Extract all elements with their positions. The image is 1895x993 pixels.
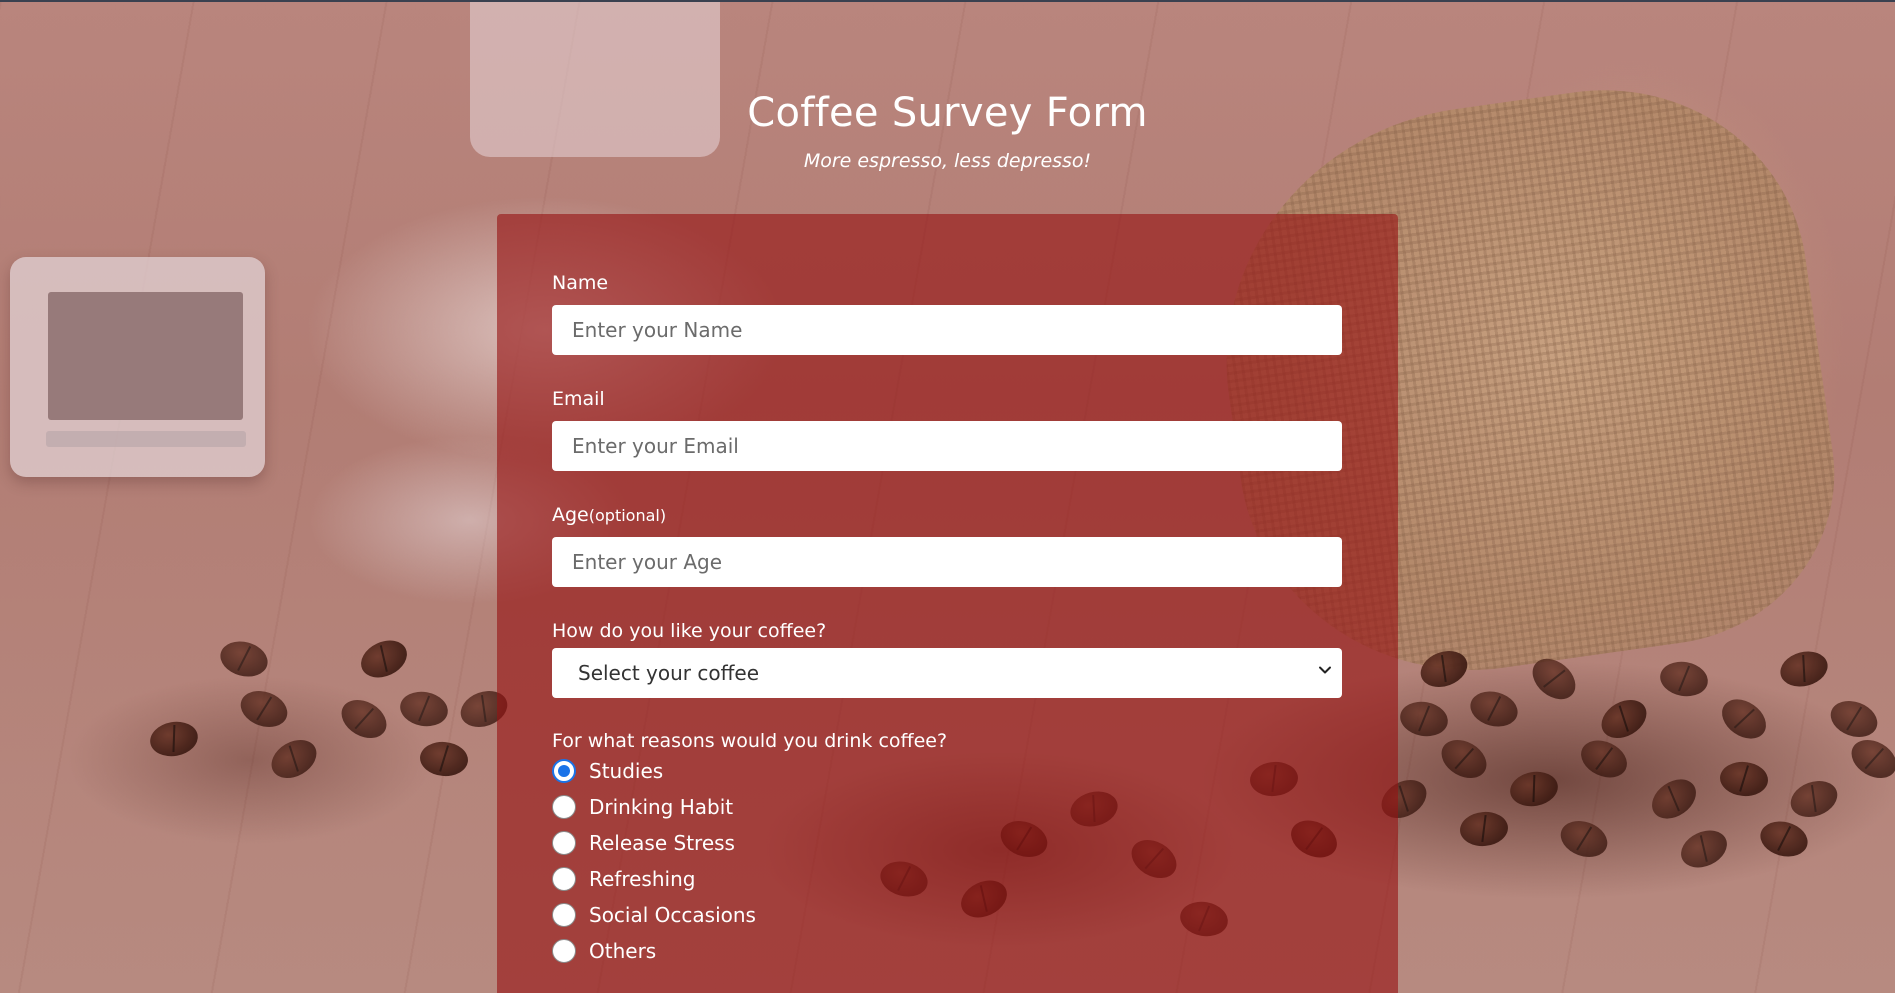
- reason-option-refreshing[interactable]: Refreshing: [552, 865, 695, 893]
- radio-social-occasions[interactable]: [552, 903, 576, 927]
- reason-label: Others: [589, 939, 657, 963]
- reason-label: Studies: [589, 759, 664, 783]
- coffee-select[interactable]: Select your coffee: [552, 648, 1342, 698]
- phone-screen: [48, 292, 243, 420]
- reason-option-social-occasions[interactable]: Social Occasions: [552, 901, 756, 929]
- age-label-text: Age: [552, 504, 589, 526]
- email-input[interactable]: [552, 421, 1342, 471]
- coffee-bean: [1644, 771, 1704, 827]
- reasons-label: For what reasons would you drink coffee?: [552, 730, 948, 752]
- chevron-down-icon: [1319, 666, 1331, 674]
- reason-label: Refreshing: [589, 867, 696, 891]
- coffee-bean: [1397, 698, 1451, 740]
- name-input[interactable]: [552, 305, 1342, 355]
- radio-others[interactable]: [552, 939, 576, 963]
- reason-label: Drinking Habit: [589, 795, 734, 819]
- reason-label: Release Stress: [589, 831, 735, 855]
- coffee-bean: [418, 739, 470, 779]
- coffee-bean: [1714, 691, 1774, 747]
- coffee-bean: [147, 718, 201, 760]
- coffee-bean: [1675, 823, 1733, 875]
- reason-option-studies[interactable]: Studies: [552, 757, 663, 785]
- survey-form: Name Email Age(optional) How do you like…: [497, 214, 1398, 993]
- name-label: Name: [552, 272, 609, 294]
- coffee-bean: [1434, 732, 1494, 786]
- coffee-bean: [1657, 658, 1711, 700]
- coffee-bean: [1844, 732, 1895, 786]
- coffee-bean: [1756, 816, 1812, 862]
- coffee-bean: [264, 732, 324, 786]
- radio-drinking-habit[interactable]: [552, 795, 576, 819]
- coffee-bean: [1466, 686, 1522, 732]
- coffee-bean: [1825, 694, 1883, 744]
- coffee-bean: [334, 692, 394, 746]
- coffee-bean: [216, 636, 272, 682]
- page-title: Coffee Survey Form: [747, 90, 1148, 136]
- coffee-label: How do you like your coffee?: [552, 620, 827, 642]
- coffee-bean: [1776, 646, 1832, 692]
- reason-label: Social Occasions: [589, 903, 756, 927]
- phone-button-bar: [46, 431, 246, 447]
- coffee-bean: [1785, 774, 1843, 824]
- background-phone: [10, 257, 265, 477]
- coffee-bean: [1594, 692, 1654, 746]
- age-label: Age(optional): [552, 504, 666, 526]
- coffee-bean: [1555, 814, 1613, 864]
- page-subtitle: More espresso, less depresso!: [803, 150, 1092, 172]
- coffee-bean: [1458, 809, 1510, 849]
- email-label: Email: [552, 388, 605, 410]
- coffee-bean: [1718, 759, 1770, 799]
- coffee-bean: [235, 684, 293, 734]
- page-header: Coffee Survey Form More espresso, less d…: [0, 90, 1895, 172]
- age-input[interactable]: [552, 537, 1342, 587]
- reason-option-release-stress[interactable]: Release Stress: [552, 829, 735, 857]
- reason-option-others[interactable]: Others: [552, 937, 656, 965]
- coffee-select-value: Select your coffee: [578, 661, 760, 685]
- reason-option-drinking-habit[interactable]: Drinking Habit: [552, 793, 733, 821]
- age-optional-note: (optional): [588, 506, 667, 525]
- radio-refreshing[interactable]: [552, 867, 576, 891]
- coffee-bean: [397, 688, 451, 730]
- radio-release-stress[interactable]: [552, 831, 576, 855]
- coffee-bean: [355, 633, 413, 685]
- radio-studies[interactable]: [552, 759, 576, 783]
- coffee-bean: [1575, 733, 1633, 785]
- coffee-bean: [1507, 768, 1561, 810]
